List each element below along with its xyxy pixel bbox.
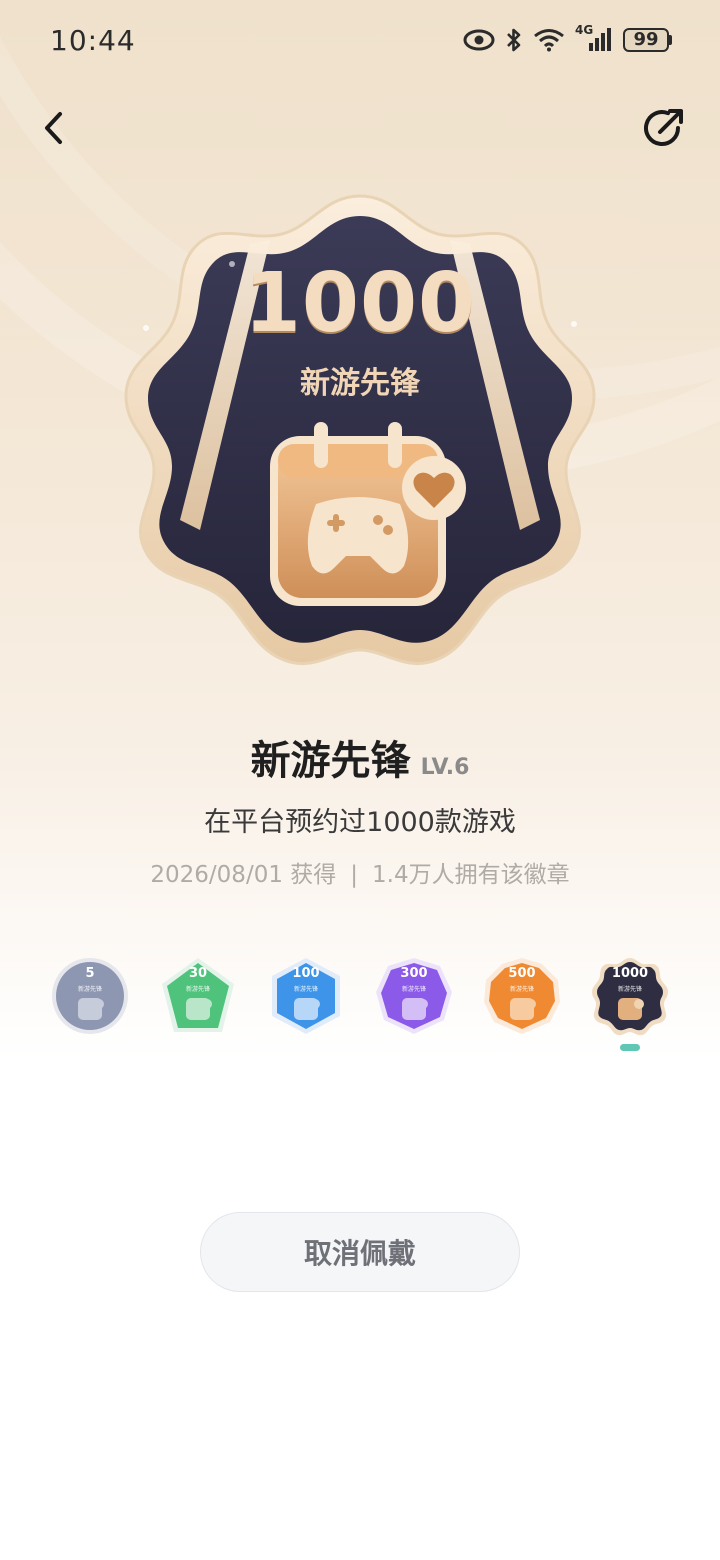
level-badge-1000[interactable]: 1000 新游先锋	[590, 956, 670, 1036]
owners-count: 1.4万人拥有该徽章	[372, 862, 570, 888]
top-nav	[0, 96, 720, 160]
level-badge-5[interactable]: 5 新游先锋	[50, 956, 130, 1036]
level-badge-number: 100	[292, 966, 320, 981]
eye-icon	[463, 29, 495, 51]
status-bar: 10:44 4G 99	[0, 0, 720, 80]
badge-title-row: 新游先锋 LV.6	[0, 728, 720, 786]
share-icon	[644, 109, 683, 147]
level-badge-number: 1000	[611, 966, 649, 981]
badge-title: 新游先锋	[250, 738, 411, 784]
level-badge-number: 30	[188, 966, 208, 981]
badge-meta: 2026/08/01 获得 | 1.4万人拥有该徽章	[0, 855, 720, 889]
selected-level-indicator	[620, 1044, 640, 1051]
back-button[interactable]	[36, 106, 76, 150]
level-badge-label: 新游先锋	[293, 986, 318, 993]
badge-description: 在平台预约过1000款游戏	[204, 807, 516, 838]
calendar-gamepad-icon	[270, 422, 466, 606]
level-badge-100[interactable]: 100 新游先锋	[266, 956, 346, 1036]
bluetooth-icon	[505, 26, 523, 54]
status-time: 10:44	[50, 23, 136, 57]
level-badge-label: 新游先锋	[185, 986, 210, 993]
level-badge-30[interactable]: 30 新游先锋	[158, 956, 238, 1036]
level-badge-500[interactable]: 500 新游先锋	[482, 956, 562, 1036]
level-badge-number: 5	[85, 966, 95, 981]
network-type-label: 4G	[575, 23, 594, 37]
cancel-wear-button[interactable]: 取消佩戴	[200, 1212, 520, 1292]
level-badge-label: 新游先锋	[509, 986, 534, 993]
level-badge-label: 新游先锋	[401, 986, 426, 993]
level-selector: 5 新游先锋 30 新游先锋 100 新游先锋 300 新游先锋 500 新游先…	[50, 956, 680, 1056]
level-badge-number: 500	[508, 966, 536, 981]
badge-large: 1000 新游先锋	[120, 190, 622, 690]
obtained-date: 2026/08/01 获得	[150, 862, 337, 888]
chevron-left-icon	[45, 112, 62, 144]
level-badge-label: 新游先锋	[77, 986, 102, 993]
share-button[interactable]	[640, 104, 688, 152]
badge-level: LV.6	[420, 755, 470, 780]
badge-number: 1000	[243, 256, 477, 351]
meta-separator: |	[350, 862, 359, 888]
battery-level: 99	[623, 28, 669, 52]
battery-icon: 99	[623, 28, 672, 52]
wifi-icon	[533, 28, 565, 52]
badge-name: 新游先锋	[300, 366, 420, 401]
level-badge-label: 新游先锋	[617, 986, 642, 993]
level-badge-number: 300	[400, 966, 428, 981]
level-badge-300[interactable]: 300 新游先锋	[374, 956, 454, 1036]
signal-icon: 4G	[575, 23, 613, 53]
